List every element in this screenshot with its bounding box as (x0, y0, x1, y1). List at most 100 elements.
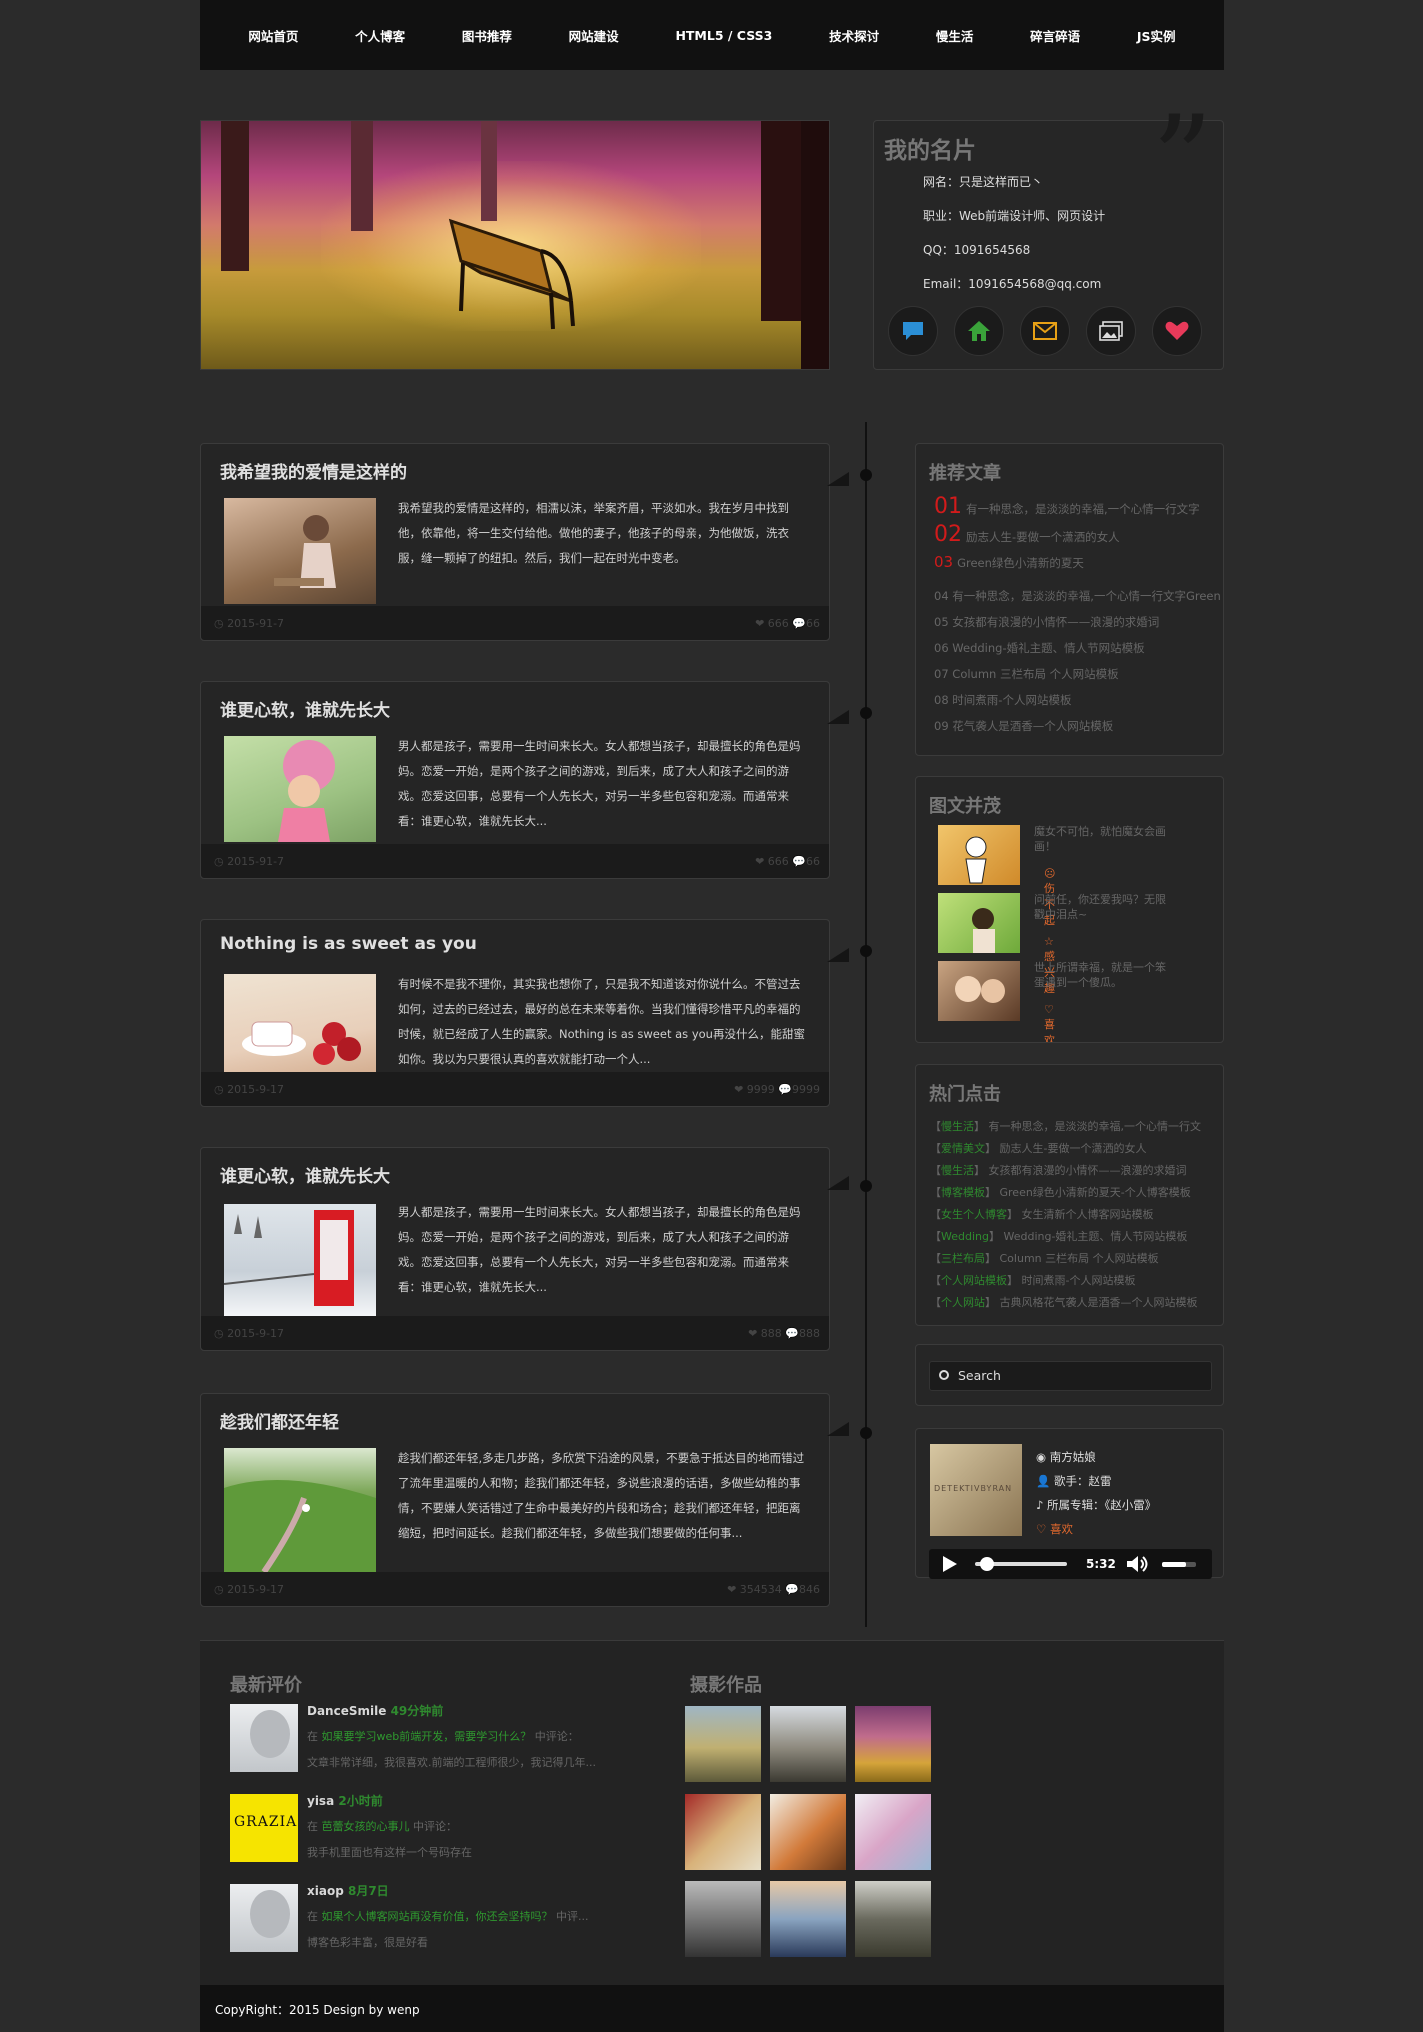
gallery-icon[interactable] (1086, 306, 1136, 356)
search-input[interactable]: Search (929, 1361, 1212, 1391)
comment-author[interactable]: DanceSmile 49分钟前 (307, 1702, 443, 1719)
post-thumbnail[interactable] (224, 1448, 376, 1572)
heart-icon[interactable] (1152, 306, 1202, 356)
post-stats: ❤ 9999 💬9999 (734, 1083, 820, 1096)
timeline-dot (860, 1427, 872, 1439)
blog-post[interactable]: 谁更心软，谁就先长大 男人都是孩子，需要用一生时间来长大。女人都想当孩子，却最擅… (200, 681, 849, 879)
comment-author[interactable]: yisa 2小时前 (307, 1792, 383, 1809)
nav-item-blog[interactable]: 个人博客 (355, 26, 405, 45)
list-item[interactable]: 09 花气袭人是酒香—个人网站模板 (934, 718, 1113, 734)
timeline-dot (860, 1180, 872, 1192)
list-item[interactable]: 05 女孩都有浪漫的小情怀——浪漫的求婚词 (934, 614, 1159, 630)
list-item[interactable]: 08 时间煮雨-个人网站模板 (934, 692, 1071, 708)
top-nav: 网站首页 个人博客 图书推荐 网站建设 HTML5 / CSS3 技术探讨 慢生… (200, 0, 1224, 70)
photo-thumbnail[interactable] (855, 1706, 931, 1782)
post-title[interactable]: 我希望我的爱情是这样的 (220, 458, 407, 483)
list-item[interactable]: 【个人网站模板】 时间煮雨-个人网站模板 (930, 1272, 1135, 1288)
photo-thumbnail[interactable] (770, 1881, 846, 1957)
list-item[interactable]: 【慢生活】 女孩都有浪漫的小情怀——浪漫的求婚词 (930, 1162, 1187, 1178)
volume-slider[interactable] (1162, 1562, 1196, 1567)
star-icon: ☆ (1044, 935, 1054, 948)
avatar[interactable] (230, 1884, 298, 1952)
post-thumbnail[interactable] (224, 974, 376, 1080)
list-item[interactable]: 【Wedding】 Wedding-婚礼主题、情人节网站模板 (930, 1228, 1187, 1244)
photo-thumbnail[interactable] (685, 1794, 761, 1870)
blog-post[interactable]: Nothing is as sweet as you 有时候不是我不理你，其实我… (200, 919, 849, 1107)
comment-context: 在 如果个人博客网站再没有价值，你还会坚持吗？ 中评... (307, 1910, 589, 1923)
play-icon[interactable] (941, 1556, 957, 1572)
volume-icon[interactable] (1127, 1556, 1149, 1572)
post-title[interactable]: 趁我们都还年轻 (220, 1408, 339, 1433)
mail-icon[interactable] (1020, 306, 1070, 356)
nav-item-home[interactable]: 网站首页 (248, 26, 298, 45)
like-icon: ❤ (755, 855, 768, 868)
blog-post[interactable]: 趁我们都还年轻 趁我们都还年轻,多走几步路，多欣赏下沿途的风景，不要急于抵达目的… (200, 1393, 849, 1607)
list-item[interactable]: 【三栏布局】 Column 三栏布局 个人网站模板 (930, 1250, 1159, 1266)
photo-thumbnail[interactable] (855, 1881, 931, 1957)
post-title[interactable]: 谁更心软，谁就先长大 (220, 696, 390, 721)
comment-icon: 💬 (792, 855, 806, 868)
photo-thumbnail[interactable] (685, 1706, 761, 1782)
progress-knob[interactable] (979, 1557, 994, 1571)
post-thumbnail[interactable] (224, 1204, 376, 1316)
article-thumbnail[interactable] (938, 961, 1020, 1021)
list-item[interactable]: 【博客模板】 Green绿色小清新的夏天-个人博客模板 (930, 1184, 1191, 1200)
nav-item-books[interactable]: 图书推荐 (462, 26, 512, 45)
list-item[interactable]: 【慢生活】 有一种思念，是淡淡的幸福,一个心情一行文 (930, 1118, 1201, 1134)
post-thumbnail[interactable] (224, 498, 376, 604)
photography-title: 摄影作品 (690, 1675, 762, 1696)
post-title[interactable]: 谁更心软，谁就先长大 (220, 1162, 390, 1187)
list-item[interactable]: 01 有一种思念，是淡淡的幸福,一个心情一行文字 (934, 494, 1200, 519)
comment-icon: 💬 (792, 617, 806, 630)
article-thumbnail[interactable] (938, 893, 1020, 953)
post-title[interactable]: Nothing is as sweet as you (220, 934, 477, 954)
photo-thumbnail[interactable] (855, 1794, 931, 1870)
nav-item-tech[interactable]: 技术探讨 (829, 26, 879, 45)
list-item[interactable]: 【个人网站】 古典风格花气袭人是酒香—个人网站模板 (930, 1294, 1198, 1310)
nav-item-js[interactable]: JS实例 (1137, 26, 1176, 45)
list-item[interactable]: 【爱情美文】 励志人生-要做一个潇洒的女人 (930, 1140, 1146, 1156)
blog-post[interactable]: 谁更心软，谁就先长大 男人都是孩子，需要用一生时间来长大。女人都想当孩子，却最擅… (200, 1147, 849, 1351)
comment-article-link[interactable]: 如果个人博客网站再没有价值，你还会坚持吗？ (322, 1910, 553, 1923)
nav-item-build[interactable]: 网站建设 (569, 26, 619, 45)
blog-post[interactable]: 我希望我的爱情是这样的 我希望我的爱情是这样的，相濡以沫，举案齐眉，平淡如水。我… (200, 443, 849, 641)
list-item[interactable]: 02 励志人生-要做一个潇洒的女人 (934, 522, 1120, 547)
nav-item-slow-life[interactable]: 慢生活 (936, 26, 974, 45)
avatar[interactable]: GRAZIA (230, 1794, 298, 1862)
clock-icon: ◷ (214, 617, 228, 630)
post-thumbnail[interactable] (224, 736, 376, 842)
user-icon: 👤 (1036, 1474, 1054, 1488)
player-controls: 5:32 (929, 1549, 1212, 1579)
home-icon[interactable] (954, 306, 1004, 356)
comment-article-link[interactable]: 芭蕾女孩的心事儿 (322, 1820, 410, 1833)
list-item[interactable]: 07 Column 三栏布局 个人网站模板 (934, 666, 1119, 682)
copyright-text: CopyRight：2015 Design by wenp (215, 2003, 420, 2017)
timeline-line (865, 422, 867, 1627)
quote-mark-icon: ” (1151, 91, 1213, 230)
list-item[interactable]: 06 Wedding-婚礼主题、情人节网站模板 (934, 640, 1145, 656)
nav-item-html5[interactable]: HTML5 / CSS3 (675, 28, 772, 43)
profile-nickname: 网名：只是这样而已丶 (923, 175, 1044, 189)
nav-item-murmurs[interactable]: 碎言碎语 (1030, 26, 1080, 45)
list-item[interactable]: 03 Green绿色小清新的夏天 (934, 553, 1084, 571)
comment-author[interactable]: xiaop 8月7日 (307, 1882, 389, 1899)
chat-icon[interactable] (888, 306, 938, 356)
profile-email: Email：1091654568@qq.com (923, 277, 1102, 291)
comment-article-link[interactable]: 如果要学习web前端开发，需要学习什么？ (322, 1730, 532, 1743)
clock-icon: ◷ (214, 1583, 228, 1596)
progress-slider[interactable] (975, 1557, 1067, 1571)
photo-thumbnail[interactable] (770, 1794, 846, 1870)
avatar[interactable] (230, 1704, 298, 1772)
profile-card: ” 我的名片 网名：只是这样而已丶 职业：Web前端设计师、网页设计 QQ：10… (873, 101, 1224, 370)
like-button[interactable]: ♡ 喜欢 (1036, 1521, 1073, 1537)
tag-label[interactable]: ♡ 喜欢 (1044, 1003, 1055, 1042)
photo-thumbnail[interactable] (770, 1706, 846, 1782)
timeline-dot (860, 945, 872, 957)
like-icon: ❤ (748, 1327, 761, 1340)
post-date: ◷ 2015-91-7 (214, 617, 285, 630)
list-item[interactable]: 【女生个人博客】 女生清新个人博客网站模板 (930, 1206, 1154, 1222)
list-item[interactable]: 04 有一种思念，是淡淡的幸福,一个心情一行文字Green (934, 588, 1221, 604)
article-thumbnail[interactable] (938, 825, 1020, 885)
photo-thumbnail[interactable] (685, 1881, 761, 1957)
post-stats: ❤ 354534 💬846 (727, 1583, 820, 1596)
